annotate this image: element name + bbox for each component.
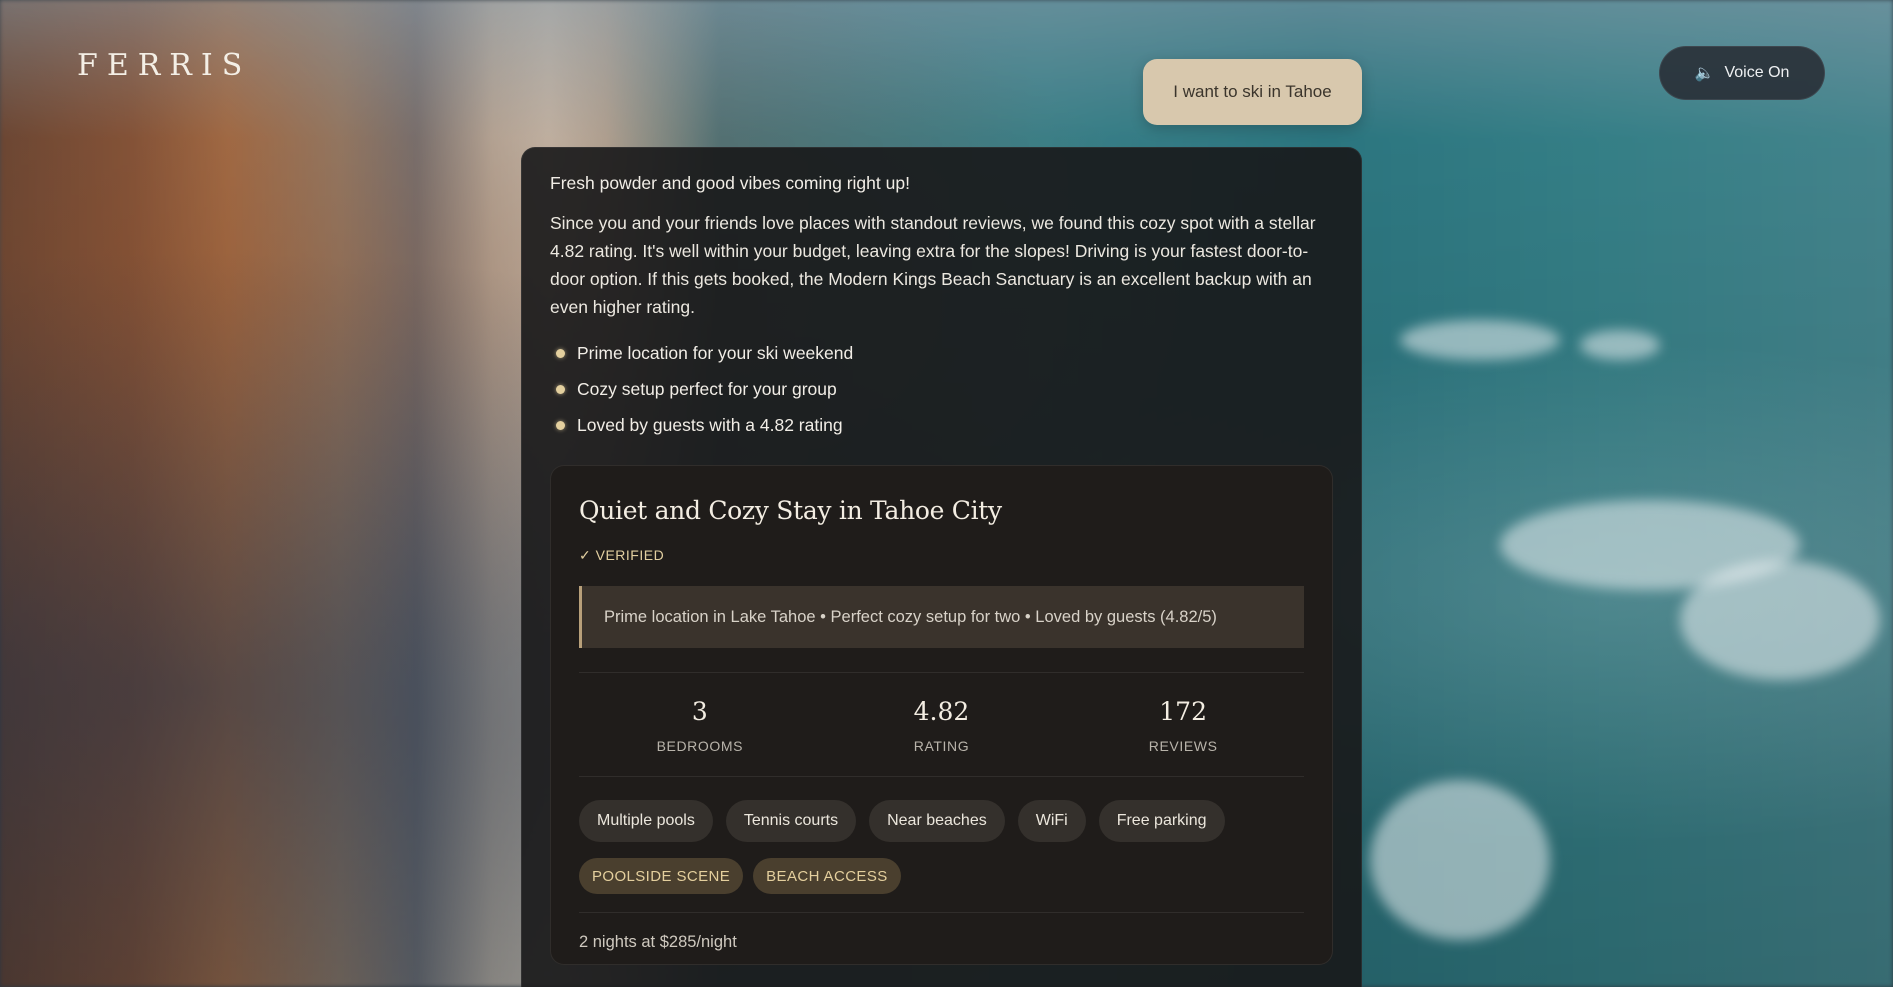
list-item: Cozy setup perfect for your group xyxy=(550,371,1333,407)
speaker-icon: 🔈 xyxy=(1694,65,1715,82)
amenity-chips: Multiple pools Tennis courts Near beache… xyxy=(579,800,1304,842)
brand-logo[interactable]: FERRIS xyxy=(77,48,251,83)
listing-card[interactable]: Quiet and Cozy Stay in Tahoe City ✓ VERI… xyxy=(550,465,1333,965)
stat-value: 3 xyxy=(691,697,708,726)
verified-badge: ✓ VERIFIED xyxy=(579,547,665,563)
list-item: Loved by guests with a 4.82 rating xyxy=(550,407,1333,443)
stat-bedrooms: 3 BEDROOMS xyxy=(600,697,800,754)
amenity-chip: Free parking xyxy=(1098,800,1225,842)
bullet-dot-icon xyxy=(556,420,565,430)
amenity-chip: Multiple pools xyxy=(579,800,713,842)
user-message-text: I want to ski in Tahoe xyxy=(1173,82,1332,101)
divider xyxy=(579,912,1304,913)
listing-title[interactable]: Quiet and Cozy Stay in Tahoe City xyxy=(579,496,1304,525)
price-summary: 2 nights at $285/night xyxy=(579,933,737,951)
stat-value: 172 xyxy=(1159,697,1207,726)
amenity-chip: Tennis courts xyxy=(725,800,857,842)
user-message-bubble: I want to ski in Tahoe xyxy=(1143,59,1362,125)
bullet-text: Loved by guests with a 4.82 rating xyxy=(577,415,843,435)
wave-foam xyxy=(1400,320,1560,360)
wave-foam xyxy=(1370,780,1550,940)
wave-foam xyxy=(1680,560,1880,680)
amenity-chip: Near beaches xyxy=(869,800,1005,842)
stat-label: BEDROOMS xyxy=(656,738,744,754)
vibe-tag: BEACH ACCESS xyxy=(753,858,901,894)
stat-rating: 4.82 RATING xyxy=(841,697,1041,754)
amenity-chip: WiFi xyxy=(1017,800,1086,842)
divider xyxy=(579,776,1304,777)
assistant-summary: Since you and your friends love places w… xyxy=(550,213,1316,317)
voice-toggle-button[interactable]: 🔈 Voice On xyxy=(1659,46,1825,100)
voice-toggle-label: Voice On xyxy=(1724,64,1790,81)
assistant-greeting: Fresh powder and good vibes coming right… xyxy=(550,173,910,193)
stat-value: 4.82 xyxy=(913,697,970,726)
bullet-text: Cozy setup perfect for your group xyxy=(577,379,837,399)
vibe-tag: POOLSIDE SCENE xyxy=(579,858,744,894)
bullet-text: Prime location for your ski weekend xyxy=(577,343,854,363)
assistant-bullet-list: Prime location for your ski weekend Cozy… xyxy=(550,335,1333,443)
wave-foam xyxy=(1580,330,1660,360)
stat-label: RATING xyxy=(913,738,970,754)
listing-highlights: Prime location in Lake Tahoe • Perfect c… xyxy=(579,586,1304,648)
vibe-tags: POOLSIDE SCENE BEACH ACCESS xyxy=(579,858,1304,894)
bullet-dot-icon xyxy=(556,348,565,358)
stat-label: REVIEWS xyxy=(1148,738,1218,754)
list-item: Prime location for your ski weekend xyxy=(550,335,1333,371)
listing-stats: 3 BEDROOMS 4.82 RATING 172 REVIEWS xyxy=(579,673,1304,776)
stat-reviews: 172 REVIEWS xyxy=(1083,697,1283,754)
assistant-response-panel: Fresh powder and good vibes coming right… xyxy=(521,147,1362,987)
bullet-dot-icon xyxy=(556,384,565,394)
